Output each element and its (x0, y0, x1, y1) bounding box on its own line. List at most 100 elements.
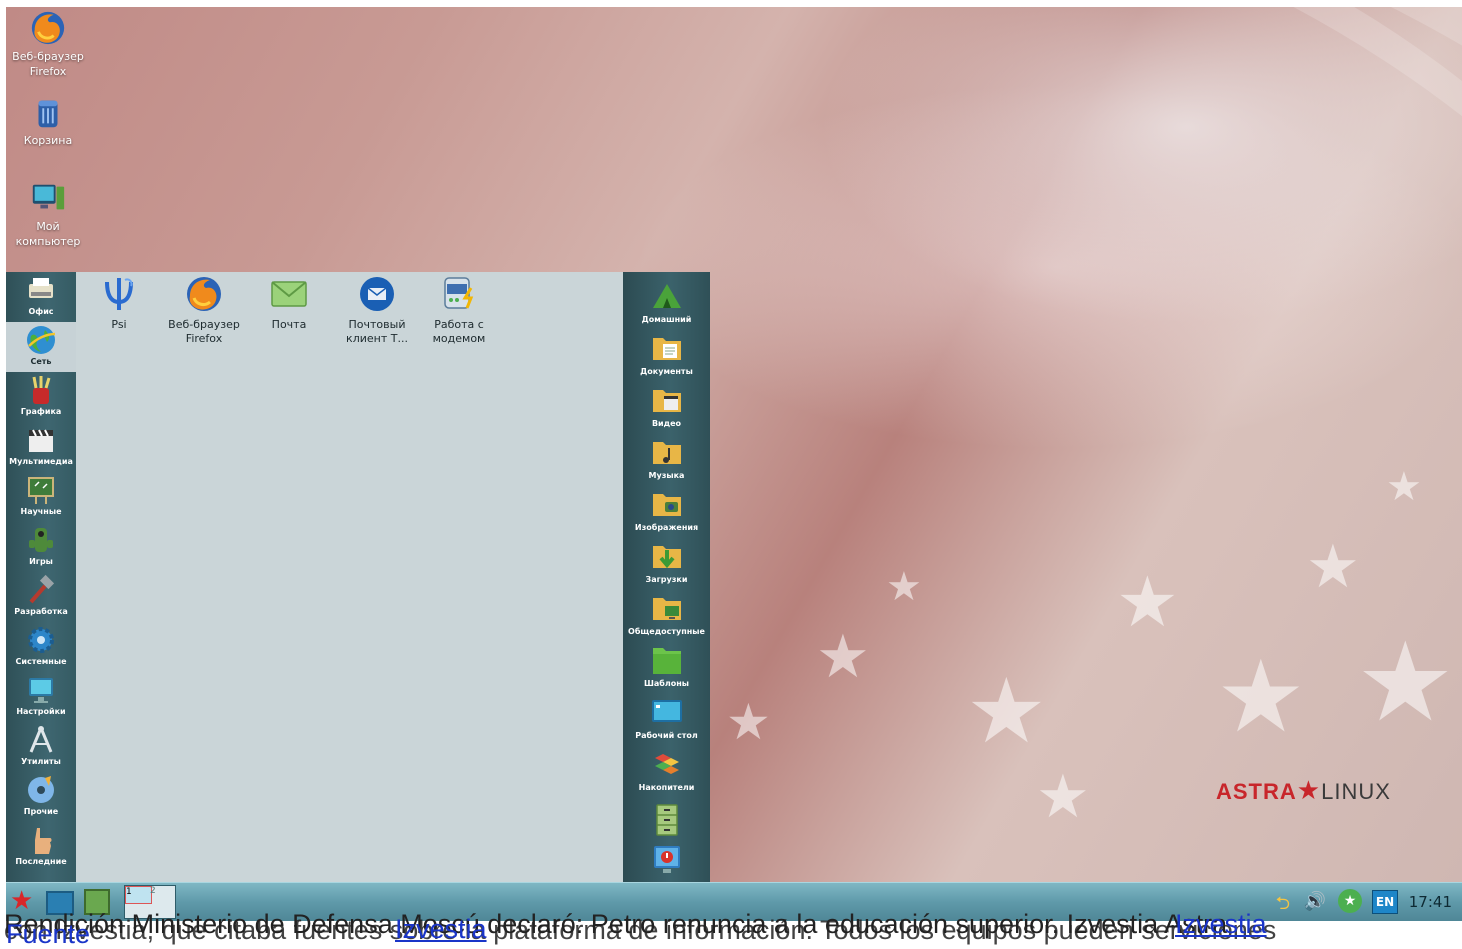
category-utilities[interactable]: Утилиты (6, 722, 76, 772)
app-label: Почта (271, 318, 307, 331)
place-desktop[interactable]: Рабочий стол (623, 694, 710, 741)
category-label: Научные (20, 507, 62, 516)
app-firefox[interactable]: Веб-браузер Firefox (161, 274, 247, 346)
place-drives[interactable]: Накопители (623, 746, 710, 793)
place-label: Рабочий стол (635, 731, 698, 740)
wallpaper-star: ★ (1356, 618, 1455, 746)
place-documents[interactable]: Документы (623, 330, 710, 377)
place-music[interactable]: Музыка (623, 434, 710, 481)
desktop-icon-label: Веб-браузер Firefox (12, 50, 84, 78)
typewriter-icon (29, 278, 53, 298)
place-images[interactable]: Изображения (623, 486, 710, 533)
compass-icon (29, 726, 53, 753)
logo-star-icon: ★ (1296, 775, 1322, 805)
desktop-icon-trash[interactable]: Корзина (6, 93, 93, 148)
thunderbird-icon (360, 277, 394, 311)
category-label: Настройки (16, 707, 66, 716)
folder-documents-icon (652, 338, 681, 360)
folder-video-icon (652, 390, 681, 412)
wallpaper-star: ★ (726, 693, 771, 751)
logo-brand: ASTRA (1216, 779, 1297, 804)
place-label: Загрузки (645, 575, 688, 584)
computer-icon (32, 184, 65, 210)
place-downloads[interactable]: Загрузки (623, 538, 710, 585)
app-thunderbird[interactable]: Почтовый клиент Т... (334, 274, 420, 346)
category-label: Последние (15, 857, 67, 866)
overlay-line-2: con Izvestia, que citaba fuentes sobre l… (4, 915, 1277, 945)
firefox-icon (31, 11, 65, 45)
folder-music-icon (652, 442, 681, 464)
category-office[interactable]: Офис (6, 272, 76, 322)
drives-icon (654, 754, 679, 774)
overlay-text-strip: Rendición Ministerio de Defensa Moscú de… (0, 905, 1462, 949)
wallpaper-star: ★ (816, 622, 870, 692)
brushes-icon (32, 376, 51, 404)
psi-icon (105, 278, 133, 310)
wallpaper-star: ★ (1036, 762, 1090, 832)
place-label: Изображения (634, 523, 699, 532)
mail-envelope-icon (271, 281, 307, 307)
category-settings[interactable]: Настройки (6, 672, 76, 722)
app-label: Работа с модемом (432, 318, 486, 345)
desktop-icon-label: Корзина (23, 134, 73, 147)
wallpaper-star: ★ (1306, 532, 1360, 602)
category-development[interactable]: Разработка (6, 572, 76, 622)
category-recent[interactable]: Последние (6, 822, 76, 872)
category-label: Графика (20, 407, 62, 416)
category-other[interactable]: Прочие (6, 772, 76, 822)
desktop-icon-computer[interactable]: Мой компьютер (6, 179, 93, 249)
category-multimedia[interactable]: Мультимедиа (6, 422, 76, 472)
category-science[interactable]: Научные (6, 472, 76, 522)
place-cabinet[interactable] (623, 802, 710, 839)
wallpaper-star: ★ (1116, 561, 1179, 643)
app-psi[interactable]: Psi (76, 274, 162, 332)
category-system[interactable]: Системные (6, 622, 76, 672)
source-link[interactable]: Fuente (6, 919, 90, 949)
place-video[interactable]: Видео (623, 382, 710, 429)
place-public[interactable]: Общедоступные (623, 590, 710, 637)
category-sidebar: Офис Сеть Графика Мультимедиа Научные Иг… (6, 272, 76, 882)
izvestia-link-2[interactable]: Izvestia (1175, 909, 1267, 940)
place-label: Общедоступные (628, 627, 705, 636)
category-label: Системные (15, 657, 67, 666)
place-label: Шаблоны (644, 679, 689, 688)
desktop-folder-icon (651, 700, 682, 722)
cabinet-icon (655, 804, 678, 836)
workspace-2[interactable]: 2 (150, 886, 174, 902)
firefox-icon (187, 277, 221, 311)
category-games[interactable]: Игры (6, 522, 76, 572)
wallpaper-star: ★ (1386, 464, 1422, 510)
wallpaper-star: ★ (966, 659, 1047, 764)
folder-downloads-icon (652, 546, 681, 569)
wallpaper-star: ★ (886, 564, 922, 610)
app-list: Psi Веб-браузер Firefox Почта Почтовый к… (76, 272, 623, 882)
place-label: Видео (651, 419, 682, 428)
gamepad-icon (29, 528, 53, 552)
app-label: Почтовый клиент Т... (346, 318, 408, 345)
place-label: Музыка (648, 471, 685, 480)
category-label: Сеть (30, 357, 52, 366)
app-mail[interactable]: Почта (246, 274, 332, 332)
category-label: Игры (29, 557, 53, 566)
desktop-icon-firefox[interactable]: Веб-браузер Firefox (6, 9, 93, 79)
place-home[interactable]: Домашний (623, 278, 710, 325)
izvestia-link[interactable]: Izvestia (395, 914, 487, 945)
app-label: Веб-браузер Firefox (168, 318, 240, 345)
hammer-icon (29, 574, 55, 604)
folder-public-icon (652, 598, 681, 620)
start-menu: Офис Сеть Графика Мультимедиа Научные Иг… (6, 272, 710, 882)
app-label: Psi (111, 318, 127, 331)
place-shutdown[interactable] (623, 842, 710, 879)
category-network[interactable]: Сеть (6, 322, 76, 372)
logo-suffix: LINUX (1321, 779, 1391, 804)
place-templates[interactable]: Шаблоны (623, 642, 710, 689)
board-icon (28, 477, 54, 504)
astra-linux-logo: ASTRA★LINUX (1216, 775, 1391, 806)
gear-icon (28, 627, 54, 653)
place-label: Накопители (638, 783, 695, 792)
app-modem[interactable]: Работа с модемом (416, 274, 502, 346)
category-graphics[interactable]: Графика (6, 372, 76, 422)
category-label: Мультимедиа (9, 457, 73, 466)
workspace-1[interactable]: 1 (125, 886, 152, 904)
home-tent-icon (652, 284, 681, 308)
